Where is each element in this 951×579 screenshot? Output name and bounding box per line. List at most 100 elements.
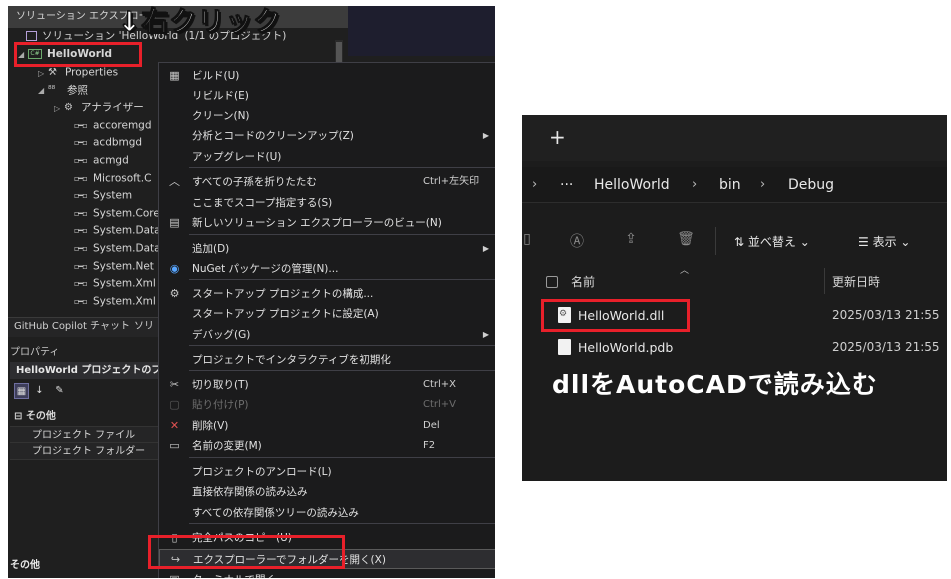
new-view-icon: ▤ [169, 216, 180, 229]
menu-item[interactable]: プロジェクトのアンロード(L) [159, 462, 495, 482]
tab-solution-explorer[interactable]: ソリ [134, 318, 158, 336]
menu-item[interactable]: クリーン(N) [159, 106, 495, 126]
menu-item-label: 切り取り(T) [192, 379, 249, 391]
column-divider[interactable] [824, 268, 825, 294]
tree-item-label: System.Xml [93, 295, 156, 308]
tree-item[interactable]: ▫━▫ System.Net [74, 258, 154, 275]
property-project-folder[interactable]: プロジェクト フォルダー [10, 443, 158, 460]
menu-item-label: ターミナルで開く [192, 570, 276, 578]
rename-icon[interactable]: Ⓐ [566, 231, 588, 251]
tree-item[interactable]: ◢ ⁸⁸ 参照 [38, 82, 88, 99]
view-label: 表示 [872, 235, 897, 249]
view-button[interactable]: ☰ 表示 ⌄ [858, 233, 910, 250]
new-tab-button[interactable]: + [549, 127, 566, 147]
menu-item[interactable]: 直接依存関係の読み込み [159, 482, 495, 502]
menu-item-shortcut: Ctrl+V [423, 399, 457, 410]
category-misc[interactable]: ⊟ その他 [10, 408, 158, 425]
menu-item-label: 追加(D) [192, 243, 230, 255]
sort-button[interactable]: ⇅ 並べ替え ⌄ [734, 233, 810, 250]
trash-icon[interactable]: 🗑 [675, 231, 697, 251]
menu-item-label: デバッグ(G) [192, 329, 251, 341]
menu-item[interactable]: 分析とコードのクリーンアップ(Z) ▶ [159, 126, 495, 146]
alphabetical-icon[interactable]: ↓ [32, 383, 47, 399]
property-project-file[interactable]: プロジェクト ファイル [10, 426, 158, 443]
menu-item[interactable]: ▦ ビルド(U) [159, 66, 495, 86]
menu-item[interactable]: ▤ 新しいソリューション エクスプローラーのビュー(N) [159, 213, 495, 233]
menu-item-label: NuGet パッケージの管理(N)... [192, 263, 339, 275]
column-header-name[interactable]: 名前 [571, 273, 595, 290]
menu-separator [189, 279, 495, 280]
menu-item[interactable]: ▭ 名前の変更(M) F2 [159, 436, 495, 456]
properties-toolbar: ▦ ↓ ✎ [10, 383, 158, 401]
tree-item-label: acmgd [93, 154, 129, 167]
toolbar-divider [715, 227, 716, 255]
tree-item[interactable]: ▫━▫ System.Core [74, 205, 160, 222]
address-bar[interactable]: › ··· HelloWorld › bin › Debug [522, 167, 947, 203]
copy-icon[interactable]: ▯ [522, 231, 538, 251]
column-header-date[interactable]: 更新日時 [832, 273, 880, 290]
tree-item[interactable]: ▫━▫ System.Data [74, 222, 161, 239]
select-all-checkbox[interactable] [546, 276, 558, 288]
context-menu: ▦ ビルド(U) リビルド(E) クリーン(N) 分析とコードのクリーンアップ(Z) ▶ ア… [158, 62, 495, 578]
menu-item-label: クリーン(N) [192, 110, 250, 122]
tree-item[interactable]: ▫━▫ acmgd [74, 152, 129, 169]
tree-item[interactable]: ▫━▫ System.Xml [74, 293, 156, 310]
menu-item-label: 新しいソリューション エクスプローラーのビュー(N) [192, 217, 442, 229]
menu-item[interactable]: ✕ 削除(V) Del [159, 416, 495, 436]
tree-item-label: System.Net [93, 260, 154, 273]
share-icon[interactable]: ⇪ [620, 231, 642, 251]
menu-item-label: ここまでスコープ指定する(S) [192, 197, 333, 209]
sort-ascending-icon: ︿ [680, 266, 690, 276]
menu-item[interactable]: すべての依存関係ツリーの読み込み [159, 503, 495, 523]
tree-item[interactable]: ▫━▫ System.Data [74, 240, 161, 257]
property-pages-icon[interactable]: ✎ [52, 383, 67, 399]
categorized-icon[interactable]: ▦ [14, 383, 29, 399]
rename-icon: ▭ [169, 439, 180, 452]
tree-item-label: System.Data [93, 224, 161, 237]
tree-item[interactable]: ▫━▫ acdbmgd [74, 134, 142, 151]
tree-item-label: accoremgd [93, 119, 152, 132]
breadcrumb-more[interactable]: ··· [560, 177, 573, 193]
breadcrumb-debug[interactable]: Debug [788, 177, 834, 193]
menu-item[interactable]: スタートアップ プロジェクトに設定(A) [159, 304, 495, 324]
menu-separator [189, 167, 495, 168]
menu-item[interactable]: ︿ すべての子孫を折りたたむ Ctrl+左矢印 [159, 172, 495, 192]
menu-separator [189, 457, 495, 458]
menu-item[interactable]: ◉ NuGet パッケージの管理(N)... [159, 259, 495, 279]
tree-item-label: Microsoft.C [93, 172, 152, 185]
reference-icon: ▫━▫ [74, 191, 88, 201]
collapse-arrow-icon[interactable]: ▷ [38, 65, 48, 82]
menu-item[interactable]: ▣ ターミナルで開く [159, 570, 495, 579]
menu-item[interactable]: リビルド(E) [159, 86, 495, 106]
highlight-dll-file [541, 299, 690, 332]
menu-item[interactable]: ここまでスコープ指定する(S) [159, 193, 495, 213]
breadcrumb-bin[interactable]: bin [719, 177, 741, 193]
tree-item[interactable]: ▷ ⚙ アナライザー [54, 99, 144, 116]
menu-item-label: すべての子孫を折りたたむ [192, 176, 317, 188]
load-dll-callout: dllをAutoCADで読み込む [552, 370, 878, 399]
chevron-right-icon: › [532, 177, 538, 192]
tab-copilot-chat[interactable]: GitHub Copilot チャット [14, 318, 132, 336]
tree-item[interactable]: ▫━▫ System [74, 187, 132, 204]
menu-item[interactable]: ✂ 切り取り(T) Ctrl+X [159, 375, 495, 395]
file-row[interactable]: HelloWorld.pdb 2025/03/13 21:55 [522, 333, 947, 363]
properties-object[interactable]: HelloWorld プロジェクトのプロパティ [10, 362, 158, 379]
menu-separator [189, 370, 495, 371]
menu-separator [189, 345, 495, 346]
breadcrumb-helloworld[interactable]: HelloWorld [594, 177, 670, 193]
menu-item-label: プロジェクトでインタラクティブを初期化 [192, 354, 391, 366]
expand-arrow-icon[interactable]: ◢ [38, 82, 48, 99]
tree-item[interactable]: ▫━▫ accoremgd [74, 117, 152, 134]
menu-item[interactable]: 追加(D) ▶ [159, 239, 495, 259]
tree-item[interactable]: ▫━▫ Microsoft.C [74, 170, 151, 187]
reference-icon: ▫━▫ [74, 296, 88, 306]
menu-item[interactable]: デバッグ(G) ▶ [159, 325, 495, 345]
menu-item[interactable]: アップグレード(U) [159, 147, 495, 167]
references-icon: ⁸⁸ [48, 84, 56, 95]
collapse-arrow-icon[interactable]: ▷ [54, 100, 64, 117]
tree-item-label: System.Data [93, 242, 161, 255]
menu-item[interactable]: プロジェクトでインタラクティブを初期化 [159, 350, 495, 370]
menu-separator [189, 523, 495, 524]
menu-item[interactable]: ⚙ スタートアップ プロジェクトの構成... [159, 284, 495, 304]
tree-item[interactable]: ▫━▫ System.Xml [74, 275, 156, 292]
